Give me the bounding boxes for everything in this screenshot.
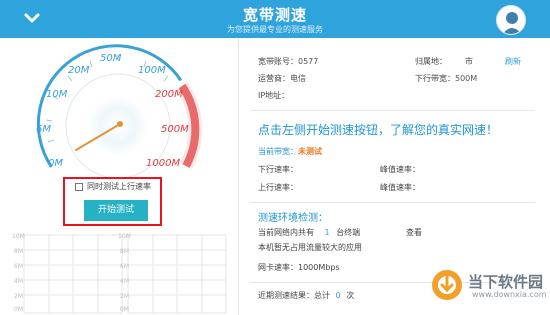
isp-label: 运营商： [258, 74, 290, 83]
down-rate-label: 下行速率： [258, 165, 298, 174]
down-bandwidth-label: 下行带宽： [415, 74, 455, 83]
upload-test-checkbox[interactable]: 同时测试上行速率 [75, 181, 151, 192]
start-test-button[interactable]: 开始测试 [84, 200, 148, 221]
devices-prefix: 当前网络内共有 [258, 228, 314, 237]
up-rate-label: 上行速率： [258, 183, 298, 192]
speed-history-graph [23, 234, 227, 314]
gauge-tick-label: 100M [138, 65, 166, 76]
graph-y-label: 10M [12, 233, 25, 240]
downxia-logo-icon [432, 270, 462, 300]
section-divider [250, 202, 535, 203]
app-subtitle: 为您提供最专业的测速服务 [227, 25, 323, 34]
graph-y-label: 2M [14, 293, 23, 300]
speed-test-prompt: 点击左侧开始测速按钮，了解您的真实网速！ [258, 123, 499, 137]
account-label: 宽带账号： [258, 57, 298, 66]
account-value: 0577 [298, 57, 319, 66]
history-row: 近期测速结果：总计 0 次 [258, 290, 354, 301]
graph-y-label: 4M [120, 278, 129, 285]
gauge-tick-label: 500M [161, 124, 189, 135]
gauge-tick-label: 0M [48, 158, 63, 169]
watermark-text: 当下软件园 [468, 273, 544, 291]
checkbox-box[interactable] [75, 182, 83, 191]
down-bandwidth-row: 下行带宽：500M [415, 73, 477, 84]
nic-rate-text: 网卡速率：1000Mbps [258, 263, 340, 272]
gauge-tick-label: 200M [155, 89, 183, 100]
isp-row: 运营商：电信 [258, 73, 306, 84]
history-label: 近期测速结果：总计 [258, 291, 330, 300]
section-divider [250, 110, 535, 111]
region-label: 归属地： [415, 57, 447, 66]
avatar[interactable] [496, 5, 526, 35]
devices-row: 当前网络内共有 1 台终端 [258, 227, 360, 238]
history-unit: 次 [346, 291, 355, 300]
gauge-tick-label: 6M [36, 124, 51, 135]
gauge-tick-label: 50M [100, 53, 122, 64]
current-bandwidth-value: 未测试 [298, 147, 322, 156]
region-row: 归属地： 市 [415, 56, 473, 67]
gauge-tick-label: 1000M [146, 158, 181, 169]
refresh-link[interactable]: 刷新 [505, 56, 521, 67]
graph-y-label: 0M [120, 306, 129, 313]
region-value: 市 [465, 57, 473, 66]
down-peak-rate-label: 峰值速率： [380, 165, 420, 174]
account-row: 宽带账号：0577 [258, 56, 318, 67]
ip-row: IP地址： [258, 90, 289, 101]
watermark-url: www.downxia.com [472, 290, 547, 299]
no-heavy-apps-text: 本机暂无占用流量较大的应用 [258, 243, 362, 252]
up-peak-rate-label: 峰值速率： [380, 183, 420, 192]
graph-y-label: 8M [120, 248, 129, 255]
gauge-tick-label: 10M [46, 89, 68, 100]
ip-label: IP地址： [258, 91, 290, 100]
env-check-title: 测速环境检测： [258, 213, 328, 224]
graph-y-label: 0M [14, 306, 23, 313]
devices-count: 1 [324, 228, 330, 237]
graph-y-label: 10M [118, 233, 131, 240]
isp-value: 电信 [290, 74, 306, 83]
speed-gauge-panel: 0M 6M 10M 20M 50M 100M 200M 500M 1000M 同… [0, 38, 238, 315]
graph-y-label: 6M [120, 263, 129, 270]
upload-test-label: 同时测试上行速率 [87, 182, 151, 191]
gauge-tick-label: 20M [68, 65, 90, 76]
app-header: 宽带测速 为您提供最专业的测速服务 [0, 0, 550, 38]
current-bandwidth-label: 当前带宽： [258, 147, 298, 156]
panel-divider [238, 38, 239, 315]
watermark: 当下软件园 www.downxia.com [428, 264, 548, 308]
devices-suffix: 台终端 [336, 228, 361, 237]
down-bandwidth-value: 500M [455, 74, 478, 83]
graph-y-label: 8M [14, 248, 23, 255]
app-title: 宽带测速 [242, 6, 307, 24]
view-devices-link[interactable]: 查看 [406, 227, 422, 238]
graph-y-label: 6M [14, 263, 23, 270]
graph-y-label: 4M [14, 278, 23, 285]
history-count: 0 [335, 291, 341, 300]
current-bandwidth-row: 当前带宽：未测试 [258, 146, 322, 157]
graph-y-label: 2M [120, 293, 129, 300]
